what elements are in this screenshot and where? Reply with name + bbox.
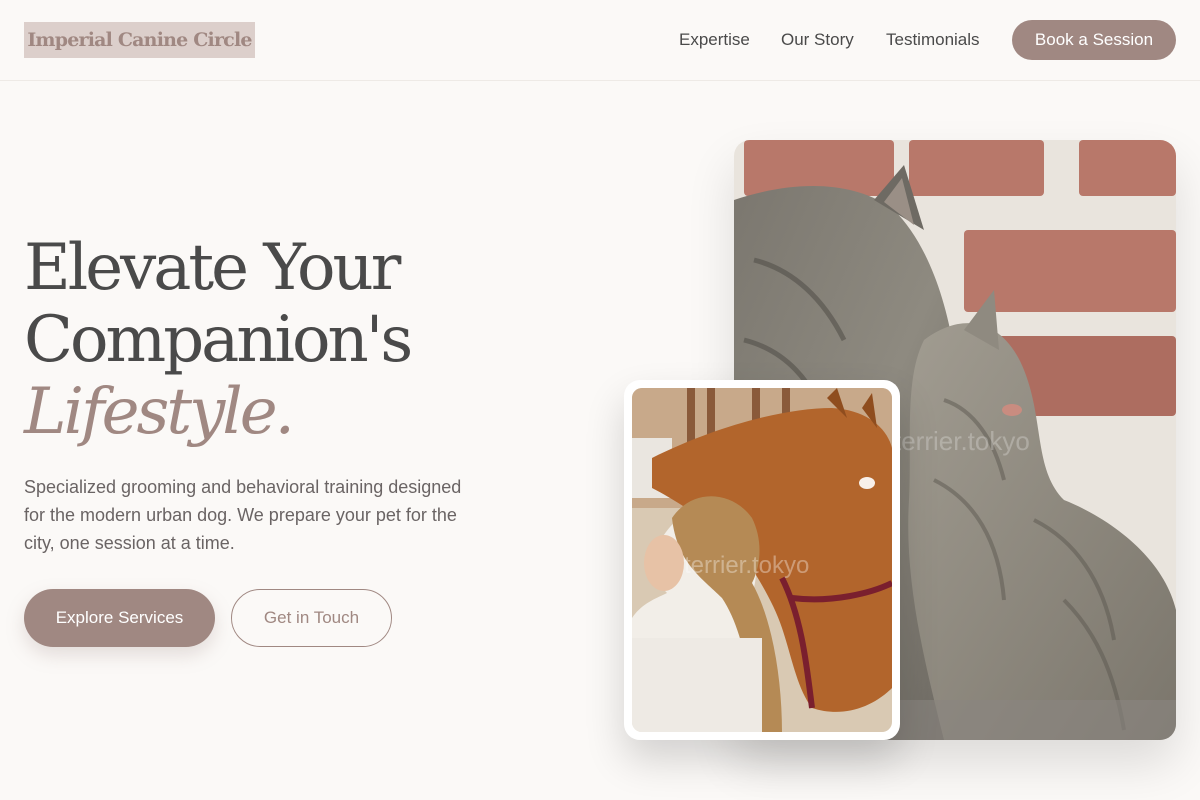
- hero-title-line-1: Elevate Your: [24, 231, 401, 305]
- book-session-button[interactable]: Book a Session: [1012, 20, 1176, 60]
- nav-link-our-story[interactable]: Our Story: [781, 30, 854, 50]
- hero-description: Specialized grooming and behavioral trai…: [24, 477, 462, 553]
- nav-link-expertise[interactable]: Expertise: [679, 30, 750, 50]
- brand-logo[interactable]: Imperial Canine Circle: [24, 22, 255, 58]
- cats-photo-watermark: terrier.tokyo: [894, 426, 1030, 456]
- site-header: Imperial Canine Circle Expertise Our Sto…: [0, 0, 1200, 81]
- horse-photo-card: terrier.tokyo: [624, 380, 900, 740]
- hero-title: Elevate Your Companion's Lifestyle.: [24, 231, 413, 449]
- horse-photo-watermark: terrier.tokyo: [684, 552, 809, 579]
- hero-title-line-2: Companion's: [24, 303, 413, 377]
- get-in-touch-button[interactable]: Get in Touch: [231, 589, 392, 647]
- nav-link-testimonials[interactable]: Testimonials: [886, 30, 980, 50]
- explore-services-button[interactable]: Explore Services: [24, 589, 215, 647]
- hero-title-accent: Lifestyle.: [24, 375, 295, 449]
- horse-photo: terrier.tokyo: [632, 388, 892, 732]
